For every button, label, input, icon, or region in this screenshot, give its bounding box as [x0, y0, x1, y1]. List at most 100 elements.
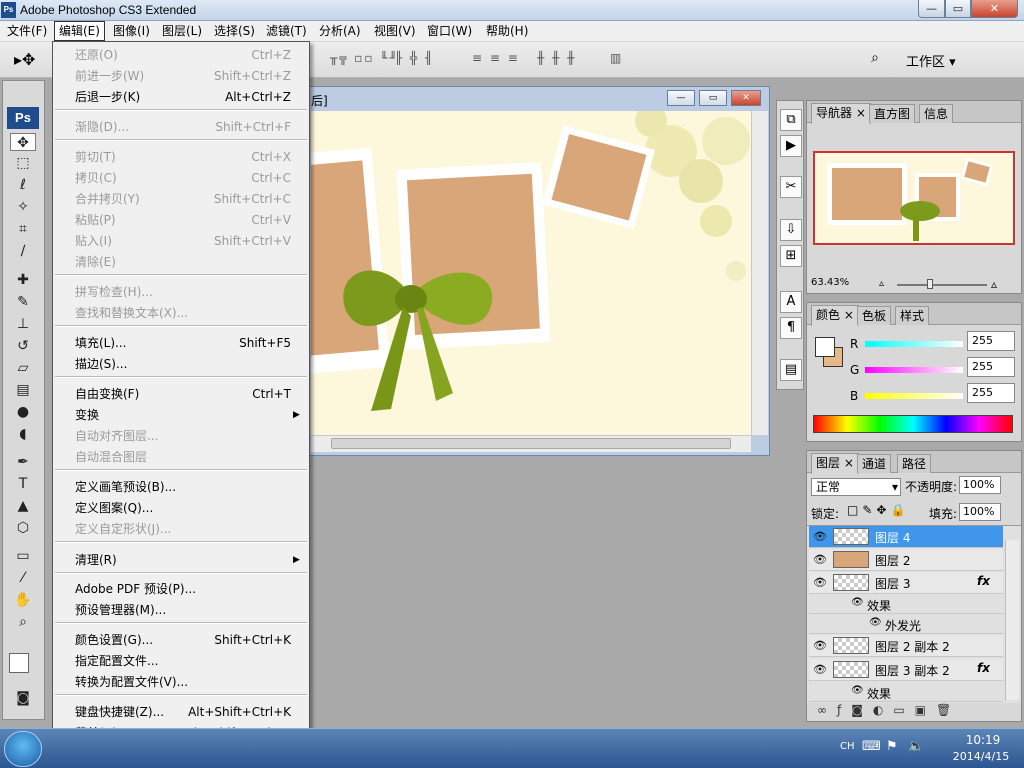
- crop-tool-icon[interactable]: ⌗: [10, 220, 36, 238]
- edit-menu-item[interactable]: 转换为配置文件(V)...: [75, 672, 188, 692]
- edit-menu-item[interactable]: 描边(S)...: [75, 354, 127, 374]
- language-indicator[interactable]: CH: [840, 741, 855, 752]
- fx-icon[interactable]: fx: [977, 574, 990, 588]
- tab-layers[interactable]: 图层 ×: [811, 453, 859, 474]
- healing-brush-tool-icon[interactable]: ✚: [10, 271, 36, 289]
- layer-row[interactable]: 👁 图层 4: [809, 526, 1003, 548]
- tab-paths[interactable]: 路径: [897, 454, 932, 473]
- fx-icon[interactable]: fx: [977, 661, 990, 675]
- keyboard-icon[interactable]: ⌨: [862, 739, 881, 754]
- paragraph-panel-icon[interactable]: ¶: [780, 317, 802, 339]
- navigator-zoom[interactable]: 63.43%: [811, 277, 849, 288]
- zoom-slider-thumb[interactable]: [927, 279, 933, 289]
- clock-time[interactable]: 10:19: [948, 733, 1018, 747]
- quick-mask-icon[interactable]: ◙: [10, 689, 36, 707]
- clone-source-icon[interactable]: ⊞: [780, 245, 802, 267]
- edit-menu-item[interactable]: Adobe PDF 预设(P)...: [75, 579, 196, 599]
- pen-tool-icon[interactable]: ✒: [10, 453, 36, 471]
- eraser-tool-icon[interactable]: ▱: [10, 359, 36, 377]
- tab-color[interactable]: 颜色 ×: [811, 305, 859, 326]
- layer-footer-icons[interactable]: ∞ƒ◙◐▭▣🗑: [817, 703, 961, 717]
- type-tool-icon[interactable]: T: [10, 475, 36, 493]
- close-button[interactable]: ✕: [971, 0, 1018, 18]
- blend-mode-select[interactable]: 正常 ▾: [811, 478, 901, 496]
- tab-navigator[interactable]: 导航器 ×: [811, 103, 871, 124]
- edit-menu-item[interactable]: 清理(R): [75, 550, 117, 570]
- menu-image[interactable]: 图像(I): [109, 21, 154, 41]
- b-slider[interactable]: [865, 393, 963, 399]
- doc-hscroll-thumb[interactable]: [331, 438, 731, 449]
- distribute-buttons-2-icon[interactable]: ╫ ╫ ╫: [537, 51, 576, 69]
- path-selection-tool-icon[interactable]: ▲: [10, 497, 36, 515]
- tool-presets-icon[interactable]: ✂: [780, 176, 802, 198]
- menu-help[interactable]: 帮助(H): [482, 21, 532, 41]
- doc-minimize-button[interactable]: —: [667, 90, 695, 106]
- zoom-out-icon[interactable]: ▵: [879, 278, 884, 289]
- blur-tool-icon[interactable]: ●: [10, 403, 36, 421]
- auto-align-icon[interactable]: ▥: [610, 51, 623, 69]
- tab-info[interactable]: 信息: [919, 104, 954, 123]
- menu-analysis[interactable]: 分析(A): [315, 21, 365, 41]
- bridge-icon[interactable]: ⌕: [862, 50, 888, 70]
- doc-close-button[interactable]: ✕: [731, 90, 761, 106]
- edit-menu-item[interactable]: 定义画笔预设(B)...: [75, 477, 176, 497]
- menu-file[interactable]: 文件(F): [3, 21, 51, 41]
- color-spectrum-ramp[interactable]: [813, 415, 1013, 433]
- tab-styles[interactable]: 样式: [895, 306, 930, 325]
- menu-filter[interactable]: 滤镜(T): [262, 21, 311, 41]
- eye-icon[interactable]: 👁: [813, 553, 827, 566]
- move-tool-icon[interactable]: ✥: [10, 133, 36, 151]
- eyedropper-tool-icon[interactable]: ⁄: [10, 569, 36, 587]
- layer-comps-icon[interactable]: ▤: [780, 359, 802, 381]
- edit-menu-item[interactable]: 定义图案(Q)...: [75, 498, 153, 518]
- edit-menu-item[interactable]: 自由变换(F): [75, 384, 139, 404]
- layer-row[interactable]: 👁 图层 3 副本 2 fx: [809, 659, 1003, 681]
- doc-horizontal-scrollbar[interactable]: [311, 435, 751, 452]
- r-value-input[interactable]: 255: [967, 331, 1015, 351]
- maximize-button[interactable]: ▭: [945, 0, 971, 18]
- gradient-tool-icon[interactable]: ▤: [10, 381, 36, 399]
- eye-icon[interactable]: 👁: [813, 663, 827, 676]
- history-brush-tool-icon[interactable]: ↺: [10, 337, 36, 355]
- network-icon[interactable]: ⚑: [886, 739, 898, 754]
- tab-histogram[interactable]: 直方图: [869, 104, 916, 123]
- effect-eye-icon[interactable]: 👁: [869, 617, 882, 628]
- minimize-button[interactable]: —: [918, 0, 945, 18]
- hand-tool-icon[interactable]: ✋: [10, 591, 36, 609]
- eye-icon[interactable]: 👁: [813, 576, 827, 589]
- brushes-panel-icon[interactable]: ⇩: [780, 219, 802, 241]
- layer-row[interactable]: 👁 图层 3 fx: [809, 572, 1003, 594]
- effect-eye-icon[interactable]: 👁: [851, 685, 864, 696]
- start-button[interactable]: [4, 731, 42, 767]
- volume-icon[interactable]: 🔈: [908, 739, 924, 754]
- magic-wand-tool-icon[interactable]: ✧: [10, 198, 36, 216]
- layer-row[interactable]: 👁 图层 2 副本 2: [809, 635, 1003, 657]
- effect-eye-icon[interactable]: 👁: [851, 597, 864, 608]
- slice-tool-icon[interactable]: ∕: [10, 242, 36, 260]
- character-panel-icon[interactable]: A: [780, 291, 802, 313]
- menu-view[interactable]: 视图(V): [370, 21, 420, 41]
- notes-tool-icon[interactable]: ▭: [10, 547, 36, 565]
- move-tool-preset-icon[interactable]: ▸✥: [14, 50, 35, 69]
- menu-select[interactable]: 选择(S): [210, 21, 259, 41]
- align-buttons-icon[interactable]: ╥╦ ▫▫ ╙╜: [330, 51, 399, 69]
- edit-menu-item[interactable]: 颜色设置(G)...: [75, 630, 153, 650]
- opacity-input[interactable]: 100%: [959, 476, 1001, 494]
- doc-vertical-scrollbar[interactable]: [751, 111, 768, 435]
- edit-menu-item[interactable]: 后退一步(K): [75, 87, 140, 107]
- zoom-in-icon[interactable]: ▵: [991, 277, 997, 291]
- dodge-tool-icon[interactable]: ◖: [10, 425, 36, 443]
- eye-icon[interactable]: 👁: [813, 639, 827, 652]
- edit-menu-item[interactable]: 指定配置文件...: [75, 651, 158, 671]
- effect-row[interactable]: 👁 效果: [809, 683, 1003, 702]
- clock-date[interactable]: 2014/4/15: [940, 750, 1022, 763]
- tab-swatches[interactable]: 色板: [857, 306, 892, 325]
- foreground-color-swatch[interactable]: [9, 653, 29, 673]
- doc-maximize-button[interactable]: ▭: [699, 90, 727, 106]
- navigator-preview[interactable]: [813, 151, 1015, 245]
- clone-stamp-tool-icon[interactable]: ⊥: [10, 315, 36, 333]
- edit-menu-item[interactable]: 填充(L)...: [75, 333, 127, 353]
- g-slider[interactable]: [865, 367, 963, 373]
- edit-menu-item[interactable]: 变换: [75, 405, 99, 425]
- marquee-tool-icon[interactable]: ⬚: [10, 154, 36, 172]
